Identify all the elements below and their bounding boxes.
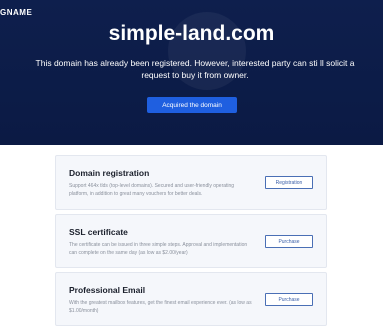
- service-description: With the greatest mailbox features, get …: [69, 300, 252, 314]
- logo[interactable]: GNAME: [0, 8, 32, 17]
- service-description: The certificate can be issued in three s…: [69, 242, 248, 256]
- service-title: Professional Email: [69, 285, 146, 295]
- registration-button[interactable]: Registration: [265, 176, 313, 189]
- service-title: Domain registration: [69, 168, 150, 178]
- domain-title: simple-land.com: [108, 22, 275, 45]
- service-card-professional-email: Professional Email With the greatest mai…: [55, 272, 327, 326]
- service-title: SSL certificate: [69, 227, 128, 237]
- acquire-domain-button[interactable]: Acquired the domain: [147, 97, 237, 113]
- service-description: Support 464x tlds (top-level domains). S…: [69, 183, 235, 197]
- service-card-ssl-certificate: SSL certificate The certificate can be i…: [55, 214, 327, 268]
- purchase-ssl-button[interactable]: Purchase: [265, 235, 313, 248]
- hero-banner: GNAME simple-land.com This domain has al…: [0, 0, 383, 145]
- hero-description: This domain has already been registered.…: [35, 58, 355, 80]
- service-card-domain-registration: Domain registration Support 464x tlds (t…: [55, 155, 327, 210]
- purchase-email-button[interactable]: Purchase: [265, 293, 313, 306]
